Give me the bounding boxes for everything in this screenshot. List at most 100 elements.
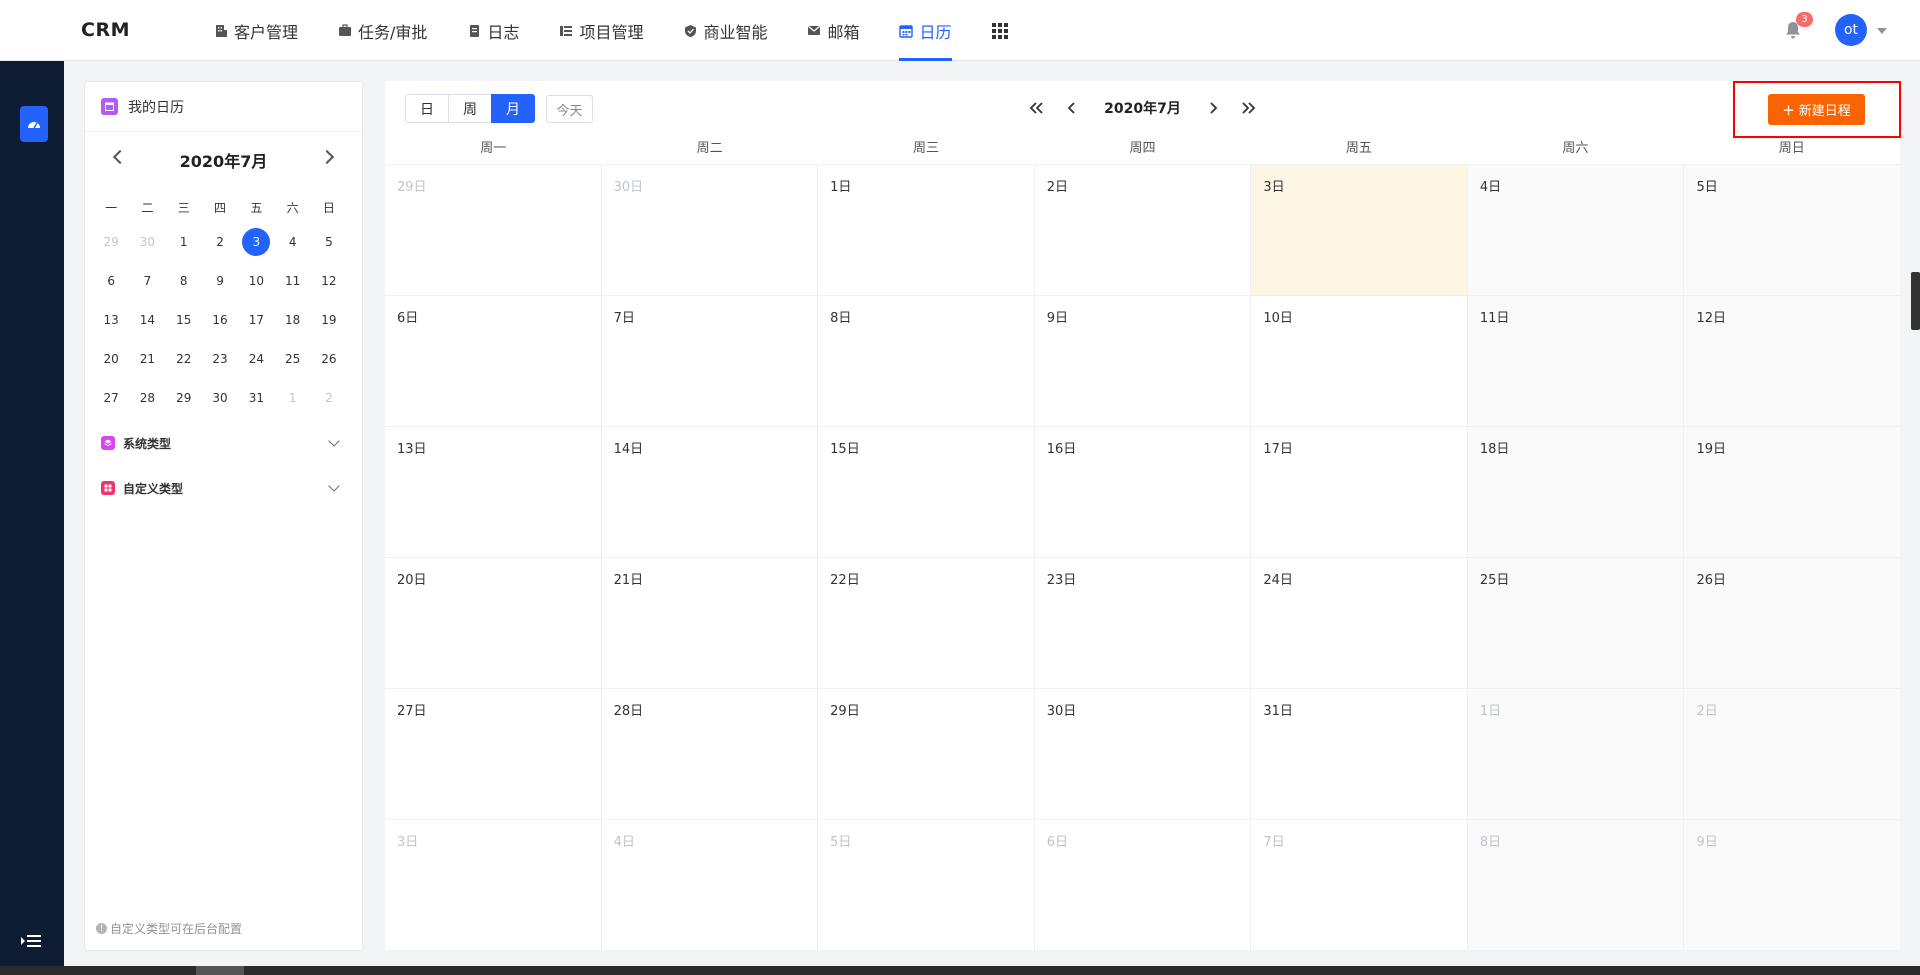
day-cell[interactable]: 23日 bbox=[1035, 558, 1252, 688]
mini-day[interactable]: 14 bbox=[129, 313, 165, 327]
mini-day[interactable]: 27 bbox=[93, 391, 129, 405]
mini-day[interactable]: 20 bbox=[93, 352, 129, 366]
taskbar-tab[interactable] bbox=[196, 966, 244, 975]
day-cell[interactable]: 17日 bbox=[1251, 427, 1468, 557]
day-cell[interactable]: 9日 bbox=[1035, 296, 1252, 426]
nav-item-calendar[interactable]: 日历 bbox=[899, 0, 952, 61]
day-cell[interactable]: 29日 bbox=[385, 165, 602, 295]
day-cell[interactable]: 8日 bbox=[818, 296, 1035, 426]
day-cell[interactable]: 25日 bbox=[1467, 558, 1685, 688]
day-cell[interactable]: 6日 bbox=[385, 296, 602, 426]
custom-type-toggle[interactable]: 自定义类型 bbox=[101, 478, 348, 498]
chevron-right-icon[interactable] bbox=[1203, 98, 1223, 118]
day-cell[interactable]: 30日 bbox=[602, 165, 819, 295]
nav-item-bi[interactable]: 商业智能 bbox=[683, 0, 767, 61]
mini-day[interactable]: 23 bbox=[202, 352, 238, 366]
mini-day[interactable]: 16 bbox=[202, 313, 238, 327]
double-chevron-right-icon[interactable] bbox=[1239, 98, 1259, 118]
nav-item-customers[interactable]: 客户管理 bbox=[214, 0, 298, 61]
day-cell[interactable]: 2日 bbox=[1684, 689, 1901, 819]
day-label: 22日 bbox=[830, 573, 860, 588]
mini-day[interactable]: 13 bbox=[93, 313, 129, 327]
mini-day[interactable]: 12 bbox=[311, 274, 347, 288]
mini-day[interactable]: 3 bbox=[238, 227, 274, 256]
day-cell[interactable]: 20日 bbox=[385, 558, 602, 688]
mini-day[interactable]: 5 bbox=[311, 235, 347, 249]
day-cell[interactable]: 14日 bbox=[602, 427, 819, 557]
mini-day[interactable]: 10 bbox=[238, 274, 274, 288]
side-scroll-handle[interactable] bbox=[1911, 272, 1920, 330]
mini-day[interactable]: 25 bbox=[274, 352, 310, 366]
mini-day[interactable]: 24 bbox=[238, 352, 274, 366]
day-cell[interactable]: 29日 bbox=[818, 689, 1035, 819]
mini-day[interactable]: 29 bbox=[93, 235, 129, 249]
caret-down-icon[interactable] bbox=[1877, 28, 1887, 34]
double-chevron-left-icon[interactable] bbox=[1026, 98, 1046, 118]
avatar[interactable]: ot bbox=[1835, 14, 1867, 46]
mini-day[interactable]: 22 bbox=[166, 352, 202, 366]
day-cell[interactable]: 4日 bbox=[602, 820, 819, 950]
day-cell[interactable]: 22日 bbox=[818, 558, 1035, 688]
day-cell[interactable]: 28日 bbox=[602, 689, 819, 819]
nav-item-projects[interactable]: 项目管理 bbox=[559, 0, 643, 61]
app-logo[interactable]: CRM bbox=[81, 19, 130, 41]
day-cell[interactable]: 4日 bbox=[1467, 165, 1685, 295]
day-cell[interactable]: 11日 bbox=[1467, 296, 1685, 426]
day-cell[interactable]: 16日 bbox=[1035, 427, 1252, 557]
day-cell[interactable]: 13日 bbox=[385, 427, 602, 557]
day-cell[interactable]: 7日 bbox=[1251, 820, 1468, 950]
mini-day[interactable]: 21 bbox=[129, 352, 165, 366]
mini-day[interactable]: 9 bbox=[202, 274, 238, 288]
day-cell[interactable]: 8日 bbox=[1467, 820, 1685, 950]
nav-item-mail[interactable]: 邮箱 bbox=[807, 0, 859, 61]
day-cell[interactable]: 9日 bbox=[1684, 820, 1901, 950]
mini-day[interactable]: 11 bbox=[274, 274, 310, 288]
nav-item-tasks[interactable]: 任务/审批 bbox=[338, 0, 427, 61]
nav-item-logs[interactable]: 日志 bbox=[467, 0, 519, 61]
mini-day[interactable]: 15 bbox=[166, 313, 202, 327]
day-cell[interactable]: 6日 bbox=[1035, 820, 1252, 950]
dashboard-button[interactable] bbox=[20, 106, 48, 142]
mini-day[interactable]: 6 bbox=[93, 274, 129, 288]
new-schedule-button[interactable]: + 新建日程 bbox=[1768, 94, 1865, 125]
day-cell[interactable]: 7日 bbox=[602, 296, 819, 426]
mini-day[interactable]: 17 bbox=[238, 313, 274, 327]
day-cell[interactable]: 31日 bbox=[1251, 689, 1468, 819]
system-type-toggle[interactable]: 系统类型 bbox=[101, 433, 348, 453]
day-cell[interactable]: 3日 bbox=[1251, 165, 1468, 295]
day-cell[interactable]: 18日 bbox=[1467, 427, 1685, 557]
mini-day[interactable]: 30 bbox=[202, 391, 238, 405]
mini-day[interactable]: 7 bbox=[129, 274, 165, 288]
day-cell[interactable]: 30日 bbox=[1035, 689, 1252, 819]
chevron-left-icon[interactable] bbox=[1062, 98, 1082, 118]
day-cell[interactable]: 5日 bbox=[818, 820, 1035, 950]
day-cell[interactable]: 1日 bbox=[1467, 689, 1685, 819]
mini-day[interactable]: 2 bbox=[311, 391, 347, 405]
day-cell[interactable]: 12日 bbox=[1684, 296, 1901, 426]
day-cell[interactable]: 1日 bbox=[818, 165, 1035, 295]
day-cell[interactable]: 24日 bbox=[1251, 558, 1468, 688]
mini-day[interactable]: 28 bbox=[129, 391, 165, 405]
mini-day[interactable]: 18 bbox=[274, 313, 310, 327]
mini-day[interactable]: 29 bbox=[166, 391, 202, 405]
mini-day[interactable]: 30 bbox=[129, 235, 165, 249]
mini-day[interactable]: 2 bbox=[202, 235, 238, 249]
mini-day[interactable]: 1 bbox=[166, 235, 202, 249]
day-cell[interactable]: 15日 bbox=[818, 427, 1035, 557]
day-cell[interactable]: 26日 bbox=[1684, 558, 1901, 688]
day-cell[interactable]: 3日 bbox=[385, 820, 602, 950]
nav-item-more[interactable] bbox=[991, 0, 1008, 61]
day-cell[interactable]: 10日 bbox=[1251, 296, 1468, 426]
day-cell[interactable]: 27日 bbox=[385, 689, 602, 819]
day-cell[interactable]: 5日 bbox=[1684, 165, 1901, 295]
menu-collapse-icon[interactable] bbox=[20, 933, 42, 949]
mini-day[interactable]: 26 bbox=[311, 352, 347, 366]
mini-day[interactable]: 31 bbox=[238, 391, 274, 405]
mini-day[interactable]: 8 bbox=[166, 274, 202, 288]
mini-day[interactable]: 1 bbox=[274, 391, 310, 405]
day-cell[interactable]: 19日 bbox=[1684, 427, 1901, 557]
day-cell[interactable]: 21日 bbox=[602, 558, 819, 688]
day-cell[interactable]: 2日 bbox=[1035, 165, 1252, 295]
mini-day[interactable]: 19 bbox=[311, 313, 347, 327]
mini-day[interactable]: 4 bbox=[274, 235, 310, 249]
